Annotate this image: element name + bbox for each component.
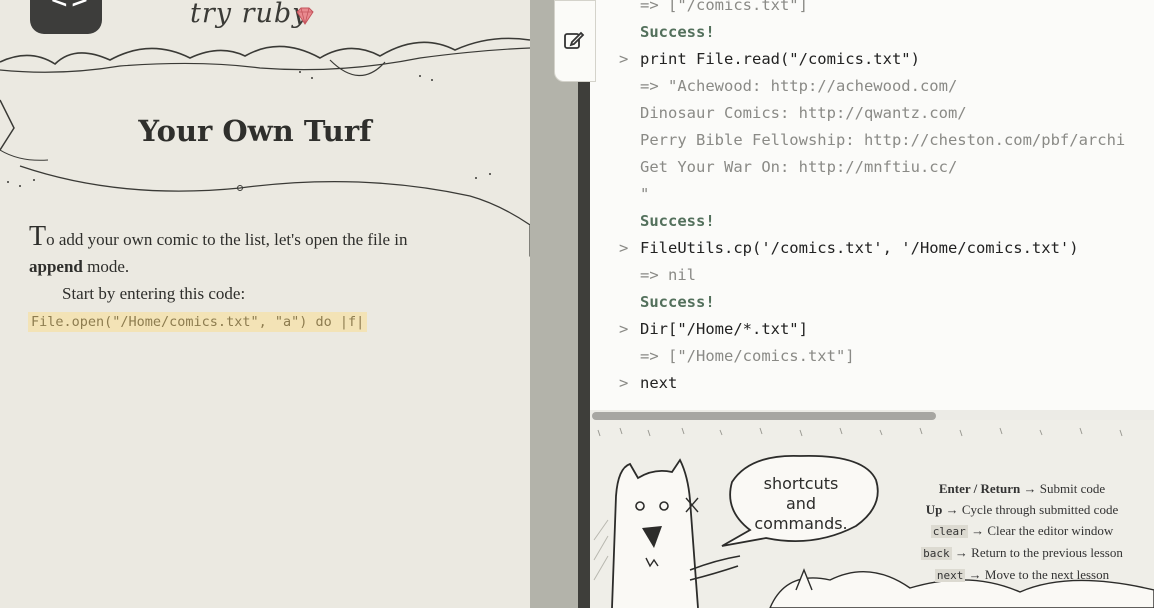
lesson-panel: <> try ruby Your Own Turf To add your ow…: [0, 0, 530, 608]
shortcut-description: Move to the next lesson: [984, 567, 1110, 582]
shortcut-item: clear → Clear the editor window: [902, 520, 1142, 542]
shortcut-item: Enter / Return → Submit code: [902, 478, 1142, 499]
shortcut-key: Up: [925, 502, 943, 517]
lesson-paragraph: To add your own comic to the list, let's…: [29, 223, 499, 280]
arrow-icon: →: [942, 502, 962, 517]
prompt-symbol: >: [619, 50, 629, 68]
code-snippet[interactable]: File.open("/Home/comics.txt", "a") do |f…: [28, 312, 368, 332]
arrow-icon: →: [967, 523, 988, 538]
speech-bubble-text: shortcuts and commands.: [736, 474, 866, 534]
console-line-text: Success!: [640, 212, 715, 230]
scrollbar-thumb[interactable]: [592, 412, 936, 420]
arrow-icon: →: [965, 567, 985, 582]
console-line-text: Dir["/Home/*.txt"]: [640, 320, 808, 338]
divider-edge: [578, 0, 590, 608]
console-line-text: ": [640, 185, 650, 203]
console-line-text: FileUtils.cp('/comics.txt', '/Home/comic…: [640, 239, 1079, 257]
brand-logo-text: try ruby: [190, 0, 309, 29]
bubble-line: commands.: [754, 514, 848, 533]
console-line-text: Success!: [640, 293, 715, 311]
arrow-icon: →: [951, 545, 972, 560]
console-line-text: Dinosaur Comics: http://qwantz.com/: [640, 104, 967, 122]
shortcut-item: Up → Cycle through submitted code: [902, 499, 1142, 520]
shortcut-item: back → Return to the previous lesson: [902, 542, 1142, 564]
ruby-gem-icon: [296, 7, 314, 25]
shortcut-key: Enter / Return: [938, 481, 1021, 496]
shortcut-description: Return to the previous lesson: [971, 545, 1123, 560]
panel-divider[interactable]: [530, 0, 590, 608]
editor-toggle-button[interactable]: [554, 0, 596, 82]
shortcut-description: Clear the editor window: [987, 523, 1114, 538]
shortcut-key: back: [921, 547, 952, 560]
ruby-console[interactable]: => ["/comics.txt"] Success! > print File.re…: [590, 0, 1154, 420]
console-line-text: Success!: [640, 23, 715, 41]
shortcut-item: next → Move to the next lesson: [902, 564, 1142, 586]
console-line-text: => ["/Home/comics.txt"]: [640, 347, 855, 365]
shortcuts-panel: shortcuts and commands. Enter / Return → S…: [590, 420, 1154, 608]
console-line-text: Perry Bible Fellowship: http://cheston.c…: [640, 131, 1126, 149]
paragraph-text: o add your own comic to the list, let's …: [46, 230, 408, 249]
prompt-symbol: >: [619, 374, 629, 392]
shortcut-description: Cycle through submitted code: [961, 502, 1119, 517]
prompt-symbol: >: [619, 239, 629, 257]
prompt-symbol: >: [619, 320, 629, 338]
lesson-paragraph-2: Start by entering this code:: [62, 284, 246, 303]
bubble-line: shortcuts: [763, 474, 839, 493]
console-line-text: Get Your War On: http://mnftiu.cc/: [640, 158, 958, 176]
shortcut-key: clear: [930, 525, 968, 538]
console-line-text: => ["/comics.txt"]: [640, 0, 808, 14]
nav-toggle-button[interactable]: <>: [30, 0, 102, 34]
shortcut-key: next: [934, 569, 966, 582]
console-line-text: next: [640, 374, 678, 392]
edit-icon: [564, 31, 585, 49]
console-line-text: print File.read("/comics.txt"): [640, 50, 920, 68]
emphasis-append: append: [29, 257, 83, 276]
bubble-line: and: [785, 494, 817, 513]
drop-cap: T: [29, 221, 47, 252]
shortcut-description: Submit code: [1039, 481, 1106, 496]
lesson-instructions: To add your own comic to the list, let's…: [29, 223, 499, 307]
paragraph-text-tail: mode.: [82, 257, 130, 276]
divider-strip: [530, 0, 578, 608]
shortcut-list: Enter / Return → Submit code Up → Cycle t…: [902, 478, 1142, 586]
console-line-text: => "Achewood: http://achewood.com/: [640, 77, 958, 95]
chevrons-icon: <>: [50, 0, 91, 13]
console-line-text: => nil: [640, 266, 696, 284]
arrow-icon: →: [1020, 481, 1040, 496]
horizontal-scrollbar[interactable]: [590, 410, 1154, 420]
lesson-title: Your Own Turf: [138, 114, 372, 148]
